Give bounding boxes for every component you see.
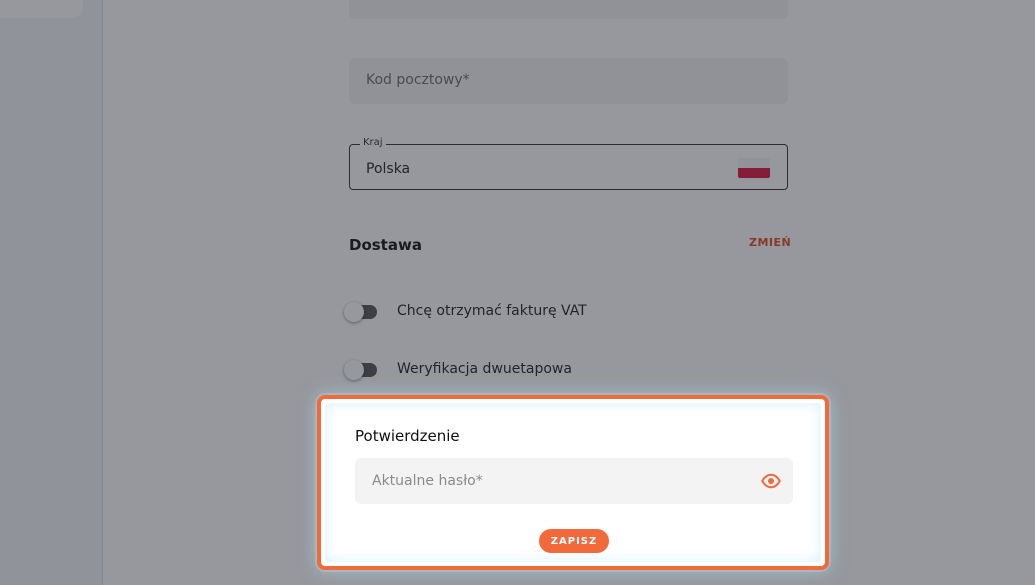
- confirmation-title: Potwierdzenie: [355, 427, 460, 445]
- eye-icon[interactable]: [761, 471, 781, 491]
- current-password-field: [355, 458, 793, 504]
- confirmation-panel: Potwierdzenie ZAPISZ: [317, 395, 829, 570]
- current-password-input[interactable]: [355, 458, 745, 504]
- save-button[interactable]: ZAPISZ: [539, 529, 609, 553]
- confirmation-panel-body: Potwierdzenie ZAPISZ: [325, 403, 821, 562]
